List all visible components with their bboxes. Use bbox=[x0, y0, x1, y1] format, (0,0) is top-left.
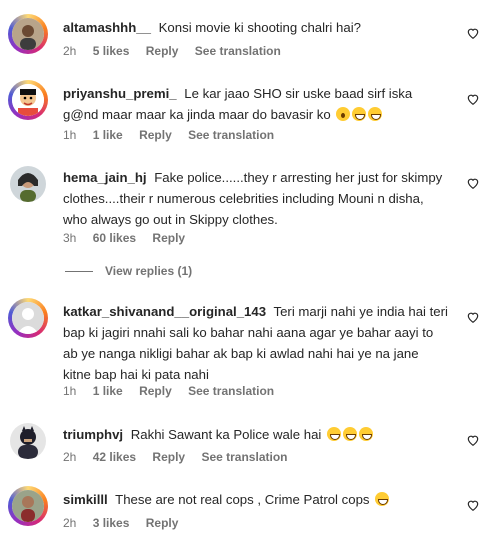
laughing-emoji-icon bbox=[352, 107, 367, 121]
reply-button[interactable]: Reply bbox=[139, 384, 172, 398]
comment-body: These are not real cops , Crime Patrol c… bbox=[115, 492, 370, 507]
heart-outline-icon[interactable] bbox=[466, 498, 480, 512]
comment-likes[interactable]: 1 like bbox=[93, 384, 123, 398]
laughing-emoji-icon bbox=[375, 492, 390, 506]
comment-username[interactable]: priyanshu_premi_ bbox=[63, 86, 177, 101]
laughing-emoji-icon bbox=[327, 427, 342, 441]
comment-time: 1h bbox=[63, 128, 77, 142]
comment-username[interactable]: triumphvj bbox=[63, 427, 123, 442]
see-translation-button[interactable]: See translation bbox=[188, 128, 274, 142]
avatar[interactable] bbox=[8, 421, 48, 461]
comment-meta: 1h 1 like Reply See translation bbox=[63, 128, 287, 142]
view-replies-label: View replies (1) bbox=[105, 264, 193, 278]
comment-username[interactable]: hema_jain_hj bbox=[63, 170, 147, 185]
heart-outline-icon[interactable] bbox=[466, 176, 480, 190]
comment-time: 1h bbox=[63, 384, 77, 398]
comment-username[interactable]: altamashhh__ bbox=[63, 20, 151, 35]
comment-meta: 2h 42 likes Reply See translation bbox=[63, 450, 300, 464]
comment-likes[interactable]: 42 likes bbox=[93, 450, 136, 464]
comment-text: priyanshu_premi_ Le kar jaao SHO sir usk… bbox=[63, 83, 448, 125]
avatar[interactable] bbox=[8, 80, 48, 120]
reply-button[interactable]: Reply bbox=[139, 128, 172, 142]
heart-outline-icon[interactable] bbox=[466, 433, 480, 447]
avatar[interactable] bbox=[8, 164, 48, 204]
shocked-emoji-icon bbox=[336, 107, 351, 121]
heart-outline-icon[interactable] bbox=[466, 92, 480, 106]
divider-line bbox=[65, 270, 93, 272]
reply-button[interactable]: Reply bbox=[146, 44, 179, 58]
comment-meta: 2h 5 likes Reply See translation bbox=[63, 44, 294, 58]
reply-button[interactable]: Reply bbox=[146, 516, 179, 530]
comment-body: Rakhi Sawant ka Police wale hai bbox=[130, 427, 322, 442]
comment-time: 2h bbox=[63, 44, 77, 58]
see-translation-button[interactable]: See translation bbox=[195, 44, 281, 58]
see-translation-button[interactable]: See translation bbox=[188, 384, 274, 398]
laughing-emoji-icon bbox=[343, 427, 358, 441]
see-translation-button[interactable]: See translation bbox=[201, 450, 287, 464]
comment-meta: 3h 60 likes Reply bbox=[63, 231, 198, 245]
avatar[interactable] bbox=[8, 14, 48, 54]
view-replies-button[interactable]: View replies (1) bbox=[65, 264, 192, 278]
comment-likes[interactable]: 60 likes bbox=[93, 231, 136, 245]
comment-text: altamashhh__ Konsi movie ki shooting cha… bbox=[63, 17, 448, 38]
reply-button[interactable]: Reply bbox=[152, 231, 185, 245]
reply-button[interactable]: Reply bbox=[152, 450, 185, 464]
comment-body: Konsi movie ki shooting chalri hai? bbox=[158, 20, 361, 35]
comment-time: 3h bbox=[63, 231, 77, 245]
comment-likes[interactable]: 1 like bbox=[93, 128, 123, 142]
comment-username[interactable]: katkar_shivanand__original_143 bbox=[63, 304, 266, 319]
heart-outline-icon[interactable] bbox=[466, 26, 480, 40]
comment-username[interactable]: simkilll bbox=[63, 492, 108, 507]
comment-likes[interactable]: 3 likes bbox=[93, 516, 130, 530]
comment-likes[interactable]: 5 likes bbox=[93, 44, 130, 58]
comment-text: triumphvj Rakhi Sawant ka Police wale ha… bbox=[63, 424, 448, 445]
avatar[interactable] bbox=[8, 486, 48, 526]
comment-meta: 1h 1 like Reply See translation bbox=[63, 384, 287, 398]
laughing-emoji-icon bbox=[359, 427, 374, 441]
comment-time: 2h bbox=[63, 450, 77, 464]
comment-text: simkilll These are not real cops , Crime… bbox=[63, 489, 448, 510]
comment-text: katkar_shivanand__original_143 Teri marj… bbox=[63, 301, 448, 385]
comment-time: 2h bbox=[63, 516, 77, 530]
laughing-emoji-icon bbox=[368, 107, 383, 121]
heart-outline-icon[interactable] bbox=[466, 310, 480, 324]
comment-meta: 2h 3 likes Reply bbox=[63, 516, 191, 530]
avatar[interactable] bbox=[8, 298, 48, 338]
comment-text: hema_jain_hj Fake police......they r arr… bbox=[63, 167, 448, 230]
